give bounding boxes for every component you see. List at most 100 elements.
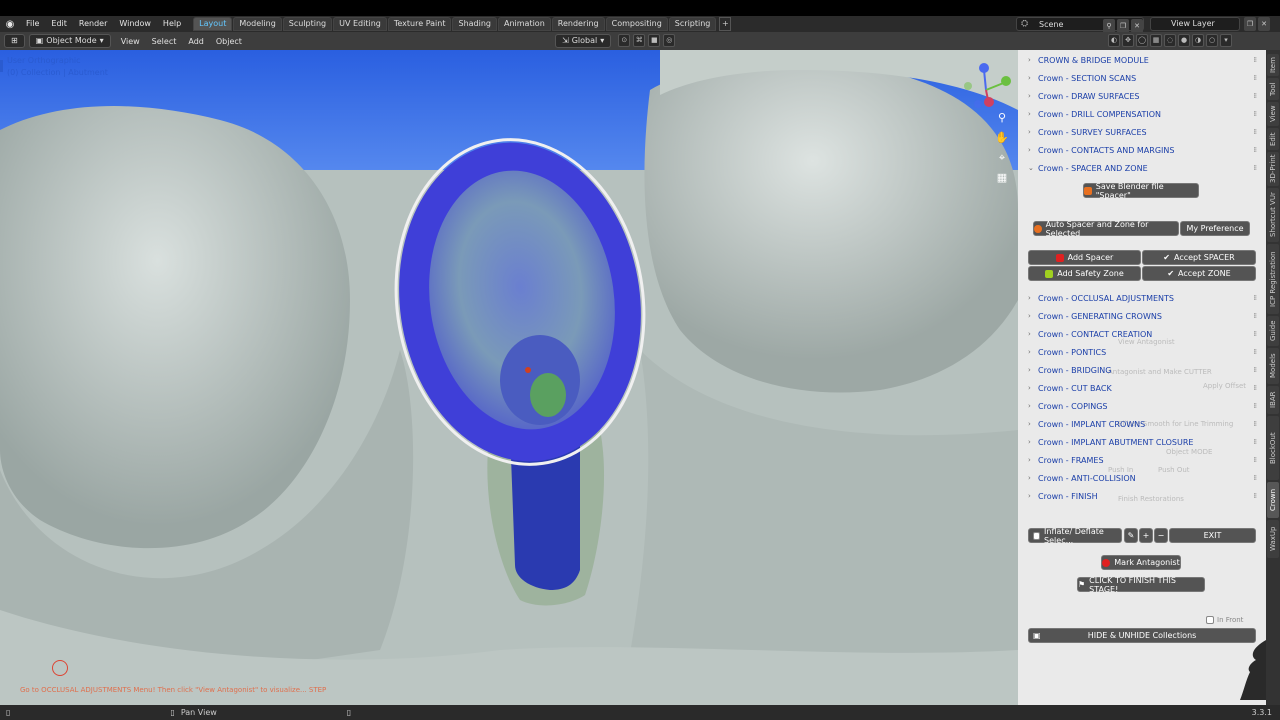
drag-grip-icon[interactable]: ⁞⁞ xyxy=(1254,366,1258,374)
menu-edit[interactable]: Edit xyxy=(45,16,73,32)
my-preference-button[interactable]: My Preference xyxy=(1180,221,1250,236)
scene-selector[interactable]: ⛭ Scene ⚲ ❐ ✕ xyxy=(1016,17,1144,33)
tab-layout[interactable]: Layout xyxy=(193,17,233,31)
drag-grip-icon[interactable]: ⁞⁞ xyxy=(1254,164,1258,172)
tab-blockout[interactable]: BlockOut xyxy=(1267,416,1279,480)
inflate-deflate-button[interactable]: Inflate/ Deflate Selec... xyxy=(1028,527,1122,545)
tab-shading[interactable]: Shading xyxy=(452,17,497,31)
tab-texture-paint[interactable]: Texture Paint xyxy=(387,17,452,31)
mode-select[interactable]: ▣ Object Mode ▾ xyxy=(28,34,111,48)
section-occlusal-adjustments[interactable]: › Crown - OCCLUSAL ADJUSTMENTS ⁞⁞ xyxy=(1028,290,1258,306)
new-view-layer-icon[interactable]: ❐ xyxy=(1244,17,1256,31)
tab-modeling[interactable]: Modeling xyxy=(233,17,282,31)
overlay-icon[interactable]: ◯ xyxy=(1136,34,1148,47)
menu-add[interactable]: Add xyxy=(182,37,210,46)
drag-grip-icon[interactable]: ⁞⁞ xyxy=(1254,420,1258,428)
tab-view[interactable]: View xyxy=(1267,102,1279,126)
zoom-icon[interactable]: ⚲ xyxy=(994,110,1010,126)
add-safety-zone-button[interactable]: Add Safety Zone xyxy=(1028,266,1141,281)
in-front-checkbox[interactable] xyxy=(1206,616,1214,624)
save-spacer-button[interactable]: Save Blender file "Spacer" xyxy=(1083,182,1199,200)
tab-ibar[interactable]: IBAR xyxy=(1267,386,1279,414)
camera-icon[interactable]: ⌖ xyxy=(994,150,1010,166)
finish-stage-button[interactable]: ⚑ CLICK TO FINISH THIS STAGE! xyxy=(1077,576,1205,594)
transform-orientation[interactable]: ⇲ Global ▾ xyxy=(555,34,612,48)
drag-grip-icon[interactable]: ⁞⁞ xyxy=(1254,294,1258,302)
in-front-toggle[interactable]: In Front xyxy=(1206,616,1243,624)
tab-icp-registration[interactable]: ICP Registration xyxy=(1267,244,1279,314)
section-implant-abutment-closure[interactable]: › Crown - IMPLANT ABUTMENT CLOSURE ⁞⁞ xyxy=(1028,434,1257,450)
drag-grip-icon[interactable]: ⁞⁞ xyxy=(1254,56,1258,64)
solid-shading-icon[interactable]: ● xyxy=(1178,34,1190,47)
drag-grip-icon[interactable]: ⁞⁞ xyxy=(1254,384,1258,392)
section-anti-collision[interactable]: › Crown - ANTI-COLLISION ⁞⁞ xyxy=(1028,470,1258,486)
rendered-shading-icon[interactable]: ○ xyxy=(1206,34,1218,47)
drag-grip-icon[interactable]: ⁞⁞ xyxy=(1254,146,1258,154)
inflate-minus-button[interactable]: − xyxy=(1154,528,1168,543)
drag-grip-icon[interactable]: ⁞⁞ xyxy=(1254,92,1258,100)
tab-guide[interactable]: Guide xyxy=(1267,316,1279,346)
section-drill-compensation[interactable]: › Crown - DRILL COMPENSATION ⁞⁞ xyxy=(1028,106,1257,122)
material-shading-icon[interactable]: ◑ xyxy=(1192,34,1204,47)
section-finish[interactable]: › Crown - FINISH ⁞⁞ xyxy=(1028,488,1258,504)
section-contacts-margins[interactable]: › Crown - CONTACTS AND MARGINS ⁞⁞ xyxy=(1028,142,1258,158)
drag-grip-icon[interactable]: ⁞⁞ xyxy=(1254,474,1258,482)
proportional-edit-icon[interactable]: ◎ xyxy=(663,34,676,47)
mark-antagonist-button[interactable]: Mark Antagonist xyxy=(1101,555,1181,570)
section-bridging[interactable]: › Crown - BRIDGING ⁞⁞ xyxy=(1028,362,1258,378)
pin-icon[interactable]: ⚲ xyxy=(1103,19,1115,33)
tab-item[interactable]: Item xyxy=(1267,54,1279,76)
accept-zone-button[interactable]: ✔ Accept ZONE xyxy=(1142,266,1256,281)
drag-grip-icon[interactable]: ⁞⁞ xyxy=(1254,402,1258,410)
exit-button[interactable]: EXIT xyxy=(1169,528,1256,543)
menu-view[interactable]: View xyxy=(115,37,146,46)
section-implant-crowns[interactable]: › Crown - IMPLANT CROWNS ⁞⁞ xyxy=(1028,416,1258,432)
auto-spacer-button[interactable]: Auto Spacer and Zone for Selected xyxy=(1033,220,1179,238)
menu-render[interactable]: Render xyxy=(73,16,113,32)
gizmo-icon[interactable]: ✥ xyxy=(1122,34,1134,47)
eyedropper-icon[interactable]: ✎ xyxy=(1124,528,1138,543)
drag-grip-icon[interactable]: ⁞⁞ xyxy=(1254,128,1258,136)
pivot-icon[interactable]: ⊙ xyxy=(618,34,631,47)
inflate-plus-button[interactable]: + xyxy=(1139,528,1153,543)
snap-target-icon[interactable]: ■ xyxy=(648,34,661,47)
view-layer-selector[interactable]: View Layer xyxy=(1150,17,1240,31)
section-spacer-zone[interactable]: ⌄ Crown - SPACER AND ZONE ⁞⁞ xyxy=(1028,160,1258,176)
delete-view-layer-icon[interactable]: ✕ xyxy=(1258,17,1270,31)
tab-tool[interactable]: Tool xyxy=(1267,78,1279,100)
section-cut-back[interactable]: › Crown - CUT BACK ⁞⁞ xyxy=(1028,380,1258,396)
section-copings[interactable]: › Crown - COPINGS ⁞⁞ xyxy=(1028,398,1258,414)
section-frames[interactable]: › Crown - FRAMES ⁞⁞ xyxy=(1028,452,1258,468)
section-pontics[interactable]: › Crown - PONTICS ⁞⁞ xyxy=(1028,344,1257,360)
pan-hand-icon[interactable]: ✋ xyxy=(994,130,1010,146)
tab-rendering[interactable]: Rendering xyxy=(551,17,605,31)
accept-spacer-button[interactable]: ✔ Accept SPACER xyxy=(1142,250,1256,265)
editor-type-button[interactable]: ⊞ xyxy=(4,34,25,48)
3d-viewport[interactable]: User Orthographic (0) Collection | Abutm… xyxy=(0,50,1018,705)
drag-grip-icon[interactable]: ⁞⁞ xyxy=(1254,330,1258,338)
menu-help[interactable]: Help xyxy=(157,16,187,32)
drag-grip-icon[interactable]: ⁞⁞ xyxy=(1254,492,1258,500)
shading-options-icon[interactable]: ▾ xyxy=(1220,34,1232,47)
menu-select[interactable]: Select xyxy=(146,37,183,46)
menu-file[interactable]: File xyxy=(20,16,45,32)
section-crown-bridge-module[interactable]: › CROWN & BRIDGE MODULE ⁞⁞ xyxy=(1028,52,1258,68)
drag-grip-icon[interactable]: ⁞⁞ xyxy=(1254,456,1258,464)
tab-animation[interactable]: Animation xyxy=(497,17,551,31)
tab-sculpting[interactable]: Sculpting xyxy=(282,17,333,31)
delete-scene-icon[interactable]: ✕ xyxy=(1131,19,1143,33)
add-workspace-button[interactable]: + xyxy=(719,17,732,31)
tab-models[interactable]: Models xyxy=(1267,348,1279,384)
3d-cursor-icon[interactable] xyxy=(52,660,68,676)
grid-icon[interactable]: ▦ xyxy=(994,170,1010,186)
menu-object[interactable]: Object xyxy=(210,37,248,46)
drag-grip-icon[interactable]: ⁞⁞ xyxy=(1254,312,1258,320)
new-scene-icon[interactable]: ❐ xyxy=(1117,19,1129,33)
tab-edit[interactable]: Edit xyxy=(1267,128,1279,150)
inflate-checkbox[interactable] xyxy=(1033,531,1041,540)
wireframe-shading-icon[interactable]: ◌ xyxy=(1164,34,1176,47)
hide-unhide-collections-button[interactable]: ▣ HIDE & UNHIDE Collections xyxy=(1028,628,1256,643)
xray-icon[interactable]: ▦ xyxy=(1150,34,1162,47)
section-contact-creation[interactable]: › Crown - CONTACT CREATION ⁞⁞ xyxy=(1028,326,1258,342)
section-survey-surfaces[interactable]: › Crown - SURVEY SURFACES ⁞⁞ xyxy=(1028,124,1258,140)
